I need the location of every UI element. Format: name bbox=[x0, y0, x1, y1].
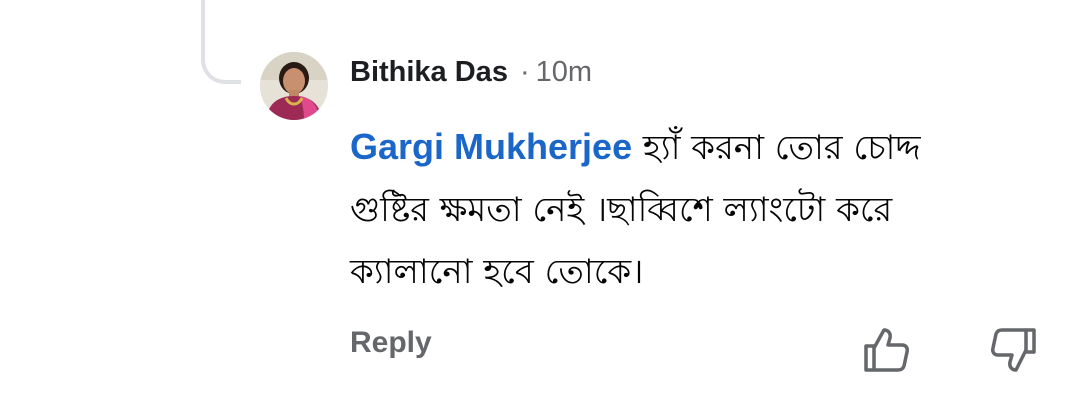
reply-button[interactable]: Reply bbox=[350, 326, 432, 360]
author-name[interactable]: Bithika Das bbox=[350, 56, 508, 89]
separator-dot: · bbox=[519, 55, 530, 88]
thumbs-down-icon bbox=[991, 328, 1036, 372]
like-button[interactable] bbox=[860, 326, 912, 374]
thread-connector-line bbox=[201, 0, 241, 84]
avatar[interactable] bbox=[260, 52, 328, 120]
timestamp[interactable]: 10m bbox=[536, 56, 592, 89]
comment-header: Bithika Das · 10m bbox=[350, 52, 592, 92]
mention-link[interactable]: Gargi Mukherjee bbox=[350, 126, 632, 167]
comment-text: Gargi Mukherjee হ্যাঁ করনা তোর চোদ্দ গুষ… bbox=[350, 116, 1010, 303]
thumbs-up-icon bbox=[864, 328, 909, 372]
dislike-button[interactable] bbox=[986, 326, 1038, 374]
profile-photo-icon bbox=[260, 52, 328, 120]
